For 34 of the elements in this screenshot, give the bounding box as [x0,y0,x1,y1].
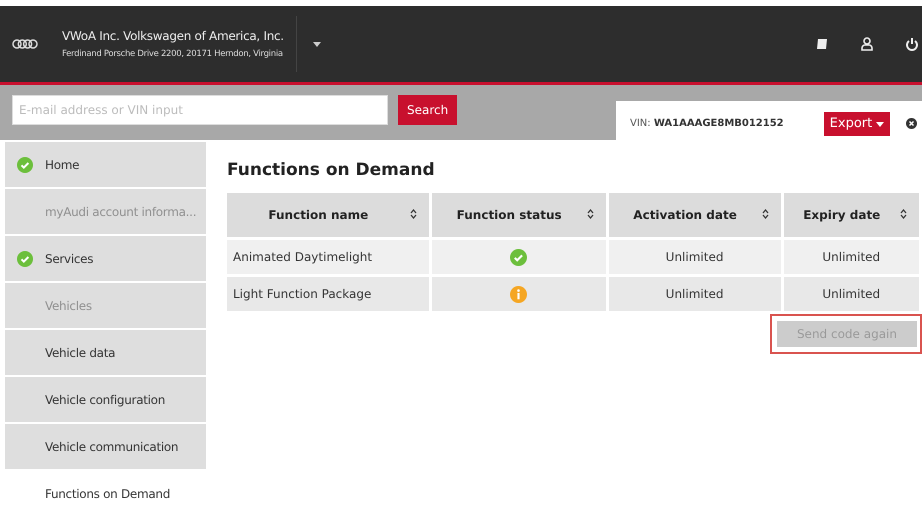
company-address: Ferdinand Porsche Drive 2200, 20171 Herndon, Virginia [62,49,284,59]
sort-icon [410,209,417,219]
search-field[interactable]: E-mail address or VIN input [12,95,388,125]
check-icon [17,250,33,266]
column-header[interactable]: Function name [227,193,429,237]
table-cell: Light Function Package [227,277,429,311]
page-title: Functions on Demand [227,160,436,180]
table-cell: Unlimited [608,240,781,274]
sort-icon [900,209,907,219]
company-name: VWoA Inc. Volkswagen of America, Inc. [62,29,284,43]
table-cell: Unlimited [784,240,919,274]
user-icon[interactable] [861,37,873,51]
vin-text: VIN: WA1AAAGE8MB012152 [630,118,784,129]
sidebar-item[interactable]: Vehicle data [5,330,206,375]
table-cell: Animated Daytimelight [227,240,429,274]
rings-logo-icon [12,39,38,49]
sidebar-item[interactable]: Vehicle configuration [5,377,206,422]
check-icon [17,156,33,172]
export-button[interactable]: Export [824,112,890,136]
sidebar-item[interactable]: Vehicle communication [5,424,206,469]
sort-icon [762,209,769,219]
caret-icon [876,122,884,127]
column-header[interactable]: Activation date [608,193,781,237]
power-icon[interactable] [906,38,918,50]
sort-icon [586,209,594,219]
sidebar-item[interactable]: Services [5,236,206,281]
column-header[interactable]: Expiry date [784,193,919,237]
close-icon[interactable] [906,118,918,129]
column-header[interactable]: Function status [432,193,606,237]
search-button[interactable]: Search [398,95,458,125]
caret-icon[interactable] [312,42,321,46]
table-cell: Unlimited [784,277,919,311]
table-cell: Unlimited [608,277,781,311]
sidebar-item[interactable]: Home [5,142,206,187]
